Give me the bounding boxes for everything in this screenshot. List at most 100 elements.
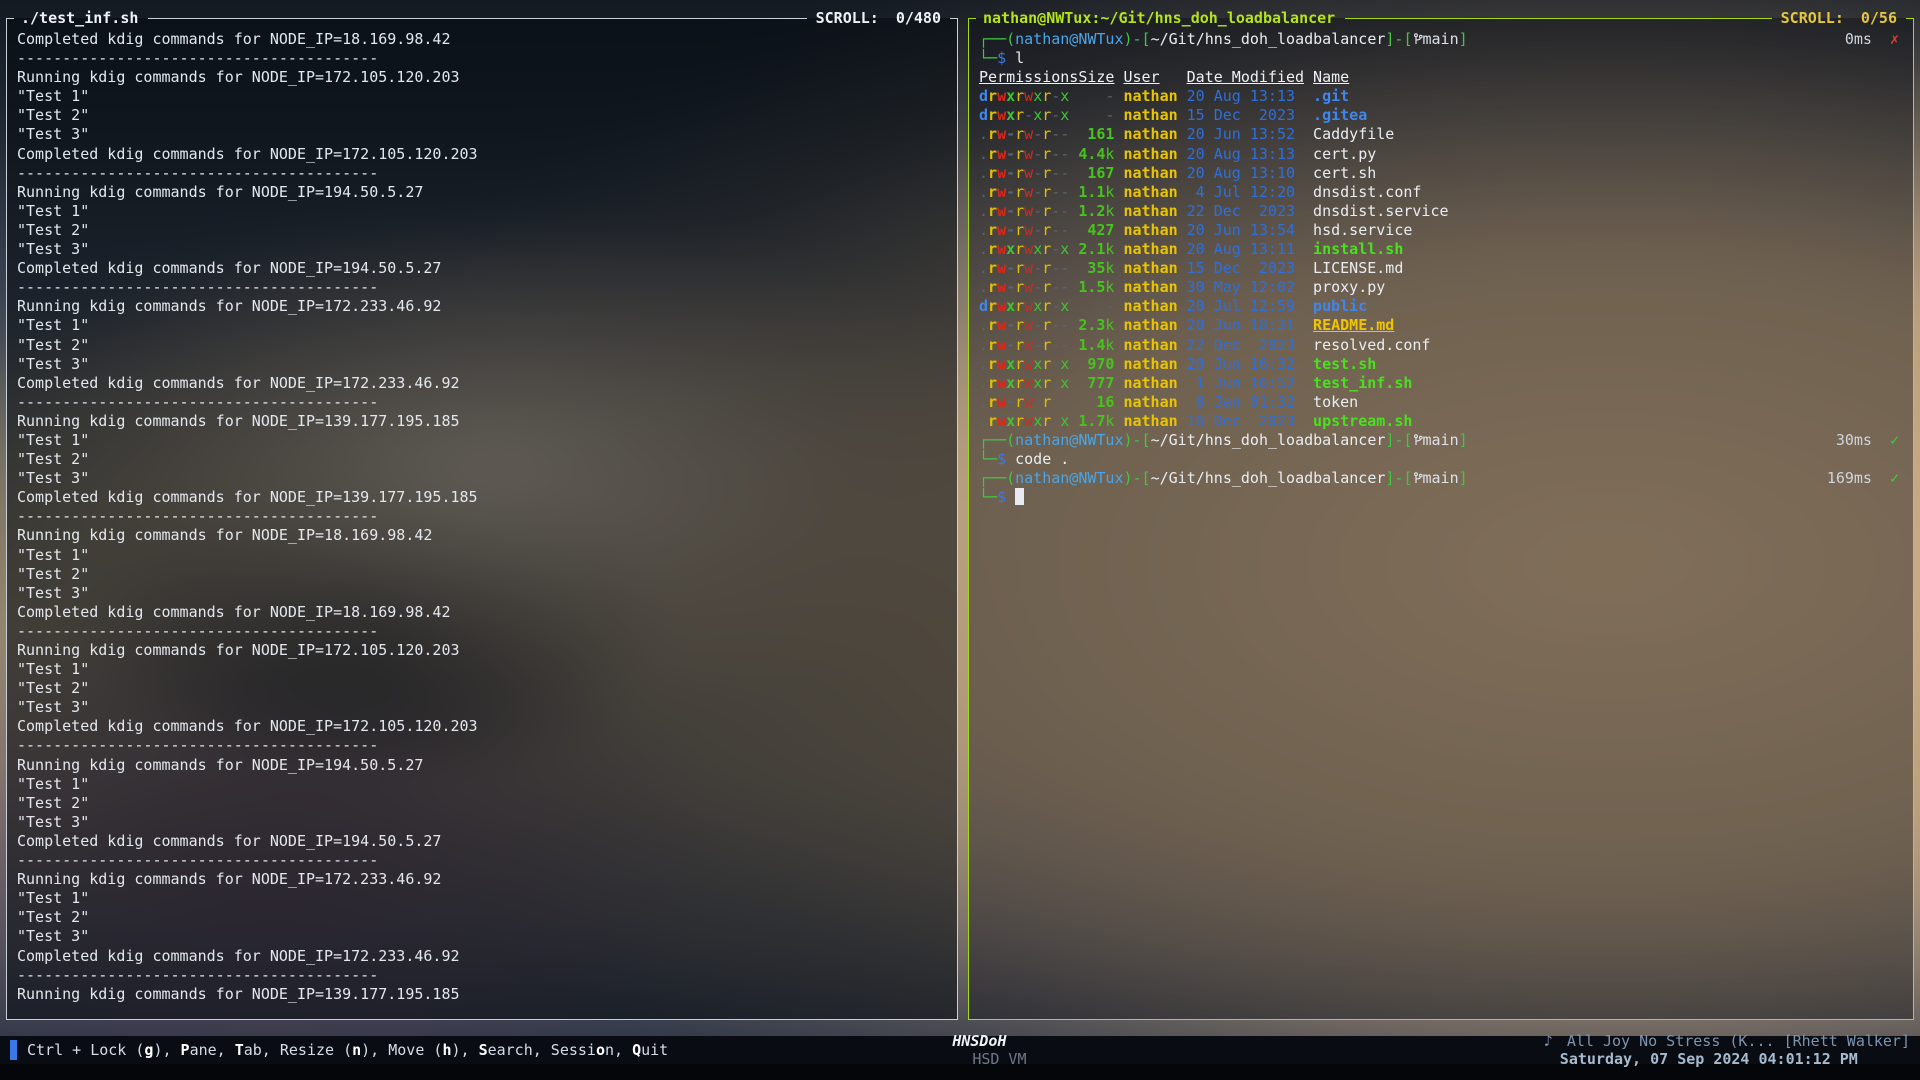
file-name: resolved.conf <box>1313 336 1430 355</box>
prompt-frame: ]-[ <box>1385 469 1412 488</box>
terminal-window: ./test_inf.sh SCROLL:0/480 Completed kdi… <box>0 0 1920 1080</box>
terminal-output-line: "Test 2" <box>17 221 957 240</box>
terminal-output-line: Running kdig commands for NODE_IP=172.10… <box>17 641 957 660</box>
shortcut-key: S <box>479 1041 488 1059</box>
file-owner: nathan <box>1123 412 1177 431</box>
terminal-output-line: "Test 2" <box>17 336 957 355</box>
terminal-output-line: "Test 3" <box>17 355 957 374</box>
file-date-modified: 20 Jun 16:32 <box>1187 355 1304 374</box>
file-owner: nathan <box>1123 393 1177 412</box>
typed-command: code . <box>1006 450 1069 469</box>
pane-test-inf-script[interactable]: ./test_inf.sh SCROLL:0/480 Completed kdi… <box>6 18 958 1020</box>
file-row: .rw-rw-r--35knathan15 Dec 2023LICENSE.md <box>979 259 1913 278</box>
file-owner: nathan <box>1123 316 1177 335</box>
file-permissions: .rw-rw-r-- <box>979 259 1078 278</box>
file-size: 16 <box>1078 393 1114 412</box>
git-branch-icon <box>1413 30 1423 49</box>
file-owner: nathan <box>1123 297 1177 316</box>
right-pane-border-segment <box>968 18 976 19</box>
file-date-modified: 20 Aug 13:13 <box>1187 145 1304 164</box>
file-row: .rwxrwxr-x2.1knathan20 Aug 13:11install.… <box>979 240 1913 259</box>
elapsed-time: 169ms <box>1827 469 1872 487</box>
terminal-output-line: ---------------------------------------- <box>17 164 957 183</box>
listing-header-row: PermissionsSizeUserDate ModifiedName <box>979 68 1913 87</box>
file-name: cert.py <box>1313 145 1376 164</box>
cross-icon: ✗ <box>1890 30 1899 48</box>
file-permissions: .rw-rw-r-- <box>979 125 1078 144</box>
file-name: cert.sh <box>1313 164 1376 183</box>
shortcut-key: Q <box>632 1041 641 1059</box>
file-owner: nathan <box>1123 202 1177 221</box>
prompt-frame: ] <box>1459 469 1468 488</box>
prompt-user-host: nathan@NWTux <box>1015 30 1123 49</box>
file-name: proxy.py <box>1313 278 1385 297</box>
terminal-output-line: ---------------------------------------- <box>17 49 957 68</box>
file-size: 2.1k <box>1078 240 1114 259</box>
file-row: drwxr-xr-x-nathan15 Dec 2023.gitea <box>979 106 1913 125</box>
file-row: .rwxrwxr-x777nathan 1 Jun 16:52test_inf.… <box>979 374 1913 393</box>
hint-text: ), Move ( <box>361 1041 442 1059</box>
terminal-output-line: Completed kdig commands for NODE_IP=18.1… <box>17 30 957 49</box>
file-date-modified: 15 Dec 2023 <box>1187 259 1304 278</box>
file-name: public <box>1313 297 1367 316</box>
file-permissions: drwxrwxr-x <box>979 297 1078 316</box>
file-size: 35k <box>1078 259 1114 278</box>
file-row: .rw-rw-r--167nathan20 Aug 13:10cert.sh <box>979 164 1913 183</box>
file-size: 4.4k <box>1078 145 1114 164</box>
prompt-frame: ┌──( <box>979 431 1015 450</box>
terminal-output-line: "Test 3" <box>17 927 957 946</box>
command-line[interactable]: └─$ <box>979 488 1913 507</box>
file-owner: nathan <box>1123 183 1177 202</box>
terminal-output-line: "Test 2" <box>17 565 957 584</box>
file-permissions: .rwxrwxr-x <box>979 355 1078 374</box>
left-pane-border-segment <box>950 18 958 19</box>
terminal-output-line: "Test 1" <box>17 775 957 794</box>
left-scroll-value: 0/480 <box>896 9 941 27</box>
file-name: upstream.sh <box>1313 412 1412 431</box>
pane-area: ./test_inf.sh SCROLL:0/480 Completed kdi… <box>0 0 1920 1020</box>
tab-name[interactable]: HSD VM <box>972 1050 1026 1068</box>
terminal-output-line: Completed kdig commands for NODE_IP=172.… <box>17 145 957 164</box>
terminal-output-line: ---------------------------------------- <box>17 278 957 297</box>
file-size: - <box>1078 87 1114 106</box>
terminal-output-line: Completed kdig commands for NODE_IP=194.… <box>17 832 957 851</box>
hint-text: ), <box>451 1041 478 1059</box>
text-cursor[interactable] <box>1015 488 1024 505</box>
terminal-output-line: Running kdig commands for NODE_IP=194.50… <box>17 183 957 202</box>
file-date-modified: 22 Dec 2023 <box>1187 202 1304 221</box>
prompt-line: ┌──(nathan@NWTux)-[~/Git/hns_doh_loadbal… <box>979 469 1913 488</box>
right-pane-title: nathan@NWTux:~/Git/hns_doh_loadbalancer <box>976 7 1345 29</box>
prompt-frame: ┌──( <box>979 469 1015 488</box>
file-row: .rw-rw-r--2.3knathan20 Jun 18:31README.m… <box>979 316 1913 335</box>
file-row: .rw-rw-r--1.5knathan30 May 12:02proxy.py <box>979 278 1913 297</box>
hint-text: n, <box>605 1041 632 1059</box>
git-branch-icon <box>1413 431 1423 450</box>
terminal-output-line: "Test 1" <box>17 660 957 679</box>
file-row: .rw-rw-r--1.1knathan 4 Jul 12:20dnsdist.… <box>979 183 1913 202</box>
file-row: drwxrwxr-x-nathan20 Jul 12:59public <box>979 297 1913 316</box>
left-pane-border-segment <box>6 18 14 19</box>
terminal-output-line: ---------------------------------------- <box>17 622 957 641</box>
file-permissions: .rw-rw-r-- <box>979 202 1078 221</box>
terminal-output-line: "Test 2" <box>17 106 957 125</box>
pane-shell[interactable]: nathan@NWTux:~/Git/hns_doh_loadbalancer … <box>968 18 1914 1020</box>
terminal-output-line: "Test 1" <box>17 889 957 908</box>
file-permissions: .rw-rw-r-- <box>979 145 1078 164</box>
terminal-output-line: "Test 3" <box>17 813 957 832</box>
check-icon: ✓ <box>1890 469 1899 487</box>
shortcut-key: o <box>596 1041 605 1059</box>
terminal-output-line: "Test 2" <box>17 450 957 469</box>
terminal-output-line: Completed kdig commands for NODE_IP=172.… <box>17 717 957 736</box>
file-size: 161 <box>1078 125 1114 144</box>
prompt-frame: )-[ <box>1124 431 1151 450</box>
terminal-output-line: Running kdig commands for NODE_IP=172.23… <box>17 870 957 889</box>
prompt-frame: ] <box>1459 30 1468 49</box>
file-date-modified: 20 Jul 12:59 <box>1187 297 1304 316</box>
file-row: .rw-rw-r--1.2knathan22 Dec 2023dnsdist.s… <box>979 202 1913 221</box>
git-branch-icon <box>1413 469 1423 488</box>
prompt-git-branch: main <box>1423 30 1459 49</box>
right-pane-shell[interactable]: ┌──(nathan@NWTux)-[~/Git/hns_doh_loadbal… <box>969 18 1913 507</box>
file-date-modified: 20 Jun 13:52 <box>1187 125 1304 144</box>
header-user: User <box>1123 68 1177 87</box>
header-date-modified: Date Modified <box>1187 68 1304 87</box>
